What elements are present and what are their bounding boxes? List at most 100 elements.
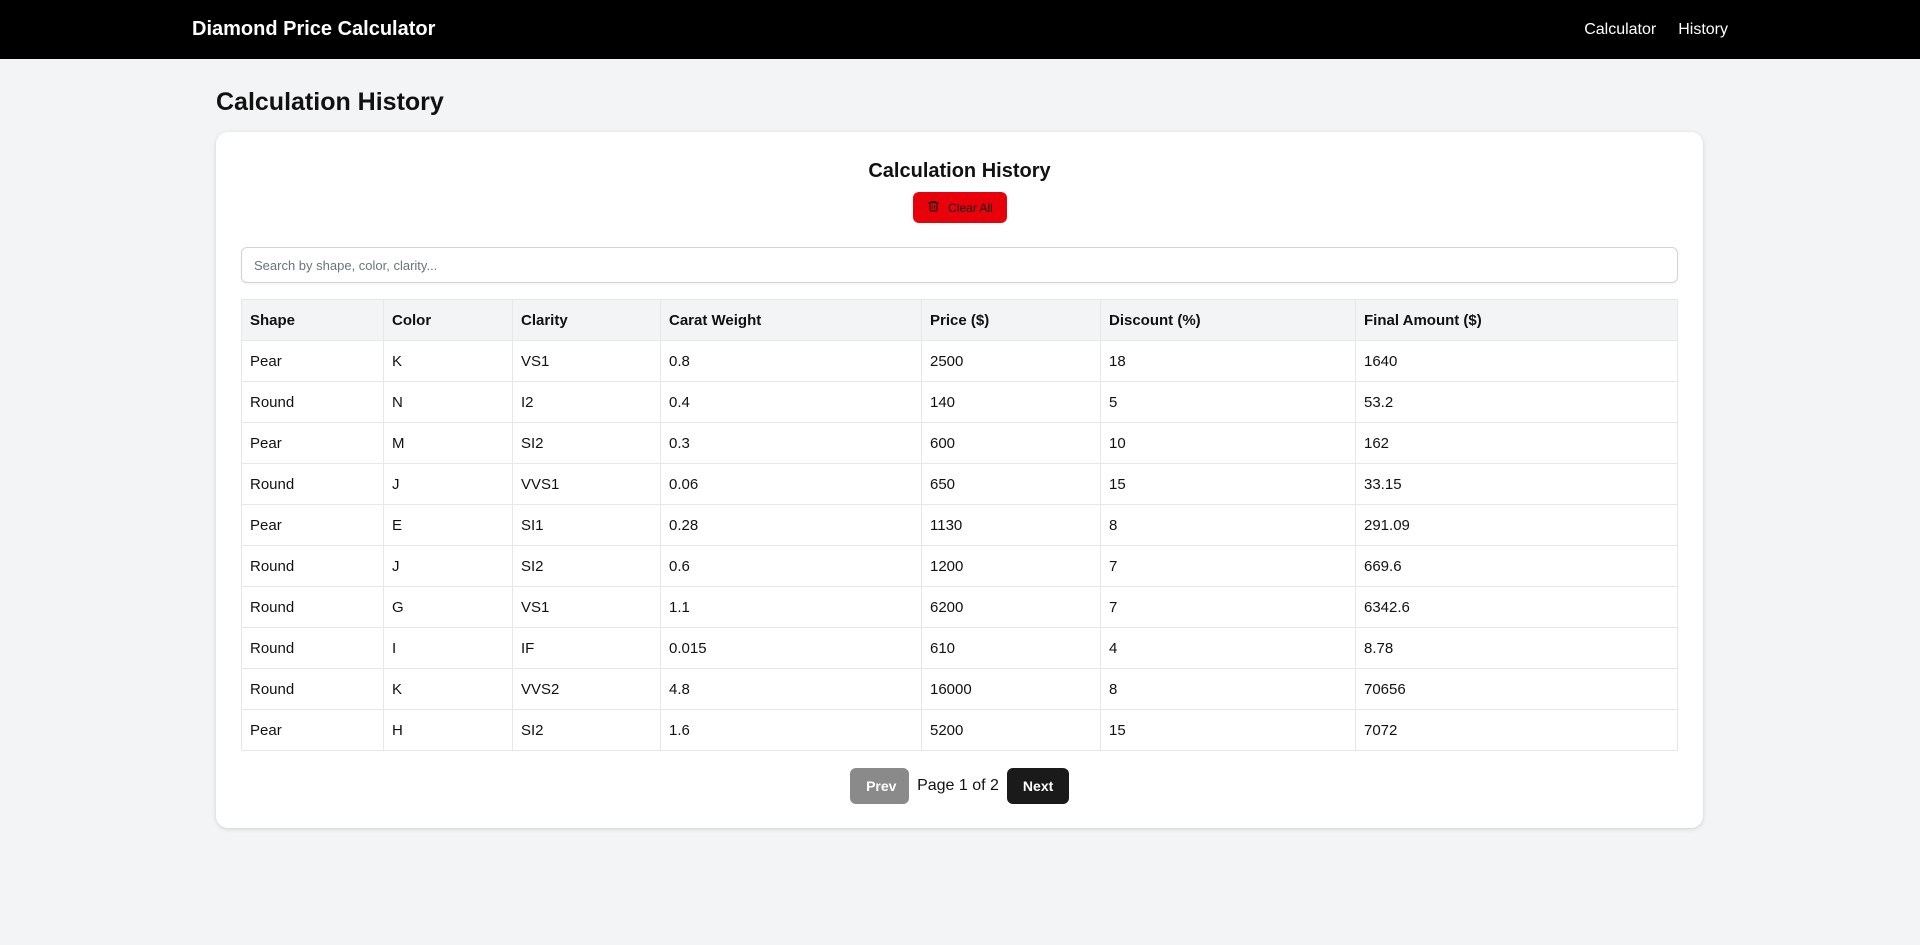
- prev-page-button[interactable]: Prev: [850, 768, 910, 804]
- cell-shape: Round: [241, 545, 384, 587]
- cell-clarity: SI1: [512, 504, 661, 546]
- cell-shape: Pear: [241, 709, 384, 751]
- table-row: Round N I2 0.4 140 5 53.2: [241, 381, 1678, 423]
- clear-all-label: Clear All: [948, 200, 993, 215]
- cell-discount: 7: [1100, 586, 1356, 628]
- cell-final-amount: 53.2: [1355, 381, 1678, 423]
- table-row: Pear M SI2 0.3 600 10 162: [241, 422, 1678, 464]
- cell-clarity: VS1: [512, 586, 661, 628]
- cell-color: K: [383, 668, 513, 710]
- column-header-color: Color: [383, 299, 513, 341]
- nav-link-history[interactable]: History: [1678, 21, 1728, 39]
- cell-discount: 7: [1100, 545, 1356, 587]
- cell-carat: 0.3: [660, 422, 922, 464]
- cell-shape: Round: [241, 463, 384, 505]
- cell-price: 600: [921, 422, 1101, 464]
- table-header-row: Shape Color Clarity Carat Weight Price (…: [241, 299, 1678, 341]
- cell-price: 610: [921, 627, 1101, 669]
- history-card: Calculation History Clear All Shape Colo…: [216, 132, 1703, 828]
- cell-shape: Round: [241, 586, 384, 628]
- cell-color: K: [383, 340, 513, 382]
- column-header-final-amount: Final Amount ($): [1355, 299, 1678, 341]
- cell-final-amount: 162: [1355, 422, 1678, 464]
- cell-price: 5200: [921, 709, 1101, 751]
- cell-carat: 1.6: [660, 709, 922, 751]
- page-indicator: Page 1 of 2: [917, 777, 999, 794]
- table-row: Round J SI2 0.6 1200 7 669.6: [241, 545, 1678, 587]
- column-header-clarity: Clarity: [512, 299, 661, 341]
- cell-clarity: SI2: [512, 422, 661, 464]
- cell-carat: 1.1: [660, 586, 922, 628]
- cell-color: H: [383, 709, 513, 751]
- clear-all-button[interactable]: Clear All: [913, 192, 1007, 223]
- search-input[interactable]: [241, 247, 1678, 283]
- cell-final-amount: 1640: [1355, 340, 1678, 382]
- nav-links: Calculator History: [1584, 21, 1728, 39]
- cell-price: 650: [921, 463, 1101, 505]
- card-title: Calculation History: [868, 160, 1051, 182]
- cell-clarity: VS1: [512, 340, 661, 382]
- cell-price: 2500: [921, 340, 1101, 382]
- pagination: Prev Page 1 of 2 Next: [216, 768, 1703, 804]
- column-header-price: Price ($): [921, 299, 1101, 341]
- cell-price: 16000: [921, 668, 1101, 710]
- column-header-carat-weight: Carat Weight: [660, 299, 922, 341]
- cell-discount: 4: [1100, 627, 1356, 669]
- brand-title[interactable]: Diamond Price Calculator: [192, 18, 435, 41]
- cell-shape: Round: [241, 627, 384, 669]
- cell-clarity: VVS2: [512, 668, 661, 710]
- cell-carat: 4.8: [660, 668, 922, 710]
- cell-color: J: [383, 545, 513, 587]
- cell-final-amount: 291.09: [1355, 504, 1678, 546]
- cell-color: J: [383, 463, 513, 505]
- navbar: Diamond Price Calculator Calculator Hist…: [0, 0, 1920, 59]
- history-table: Shape Color Clarity Carat Weight Price (…: [241, 299, 1678, 751]
- cell-shape: Round: [241, 668, 384, 710]
- cell-discount: 10: [1100, 422, 1356, 464]
- cell-final-amount: 33.15: [1355, 463, 1678, 505]
- cell-final-amount: 7072: [1355, 709, 1678, 751]
- trash-icon: [927, 199, 940, 216]
- cell-discount: 15: [1100, 463, 1356, 505]
- cell-carat: 0.4: [660, 381, 922, 423]
- table-row: Pear K VS1 0.8 2500 18 1640: [241, 340, 1678, 382]
- cell-discount: 18: [1100, 340, 1356, 382]
- cell-price: 140: [921, 381, 1101, 423]
- cell-clarity: IF: [512, 627, 661, 669]
- cell-price: 6200: [921, 586, 1101, 628]
- cell-carat: 0.06: [660, 463, 922, 505]
- nav-link-calculator[interactable]: Calculator: [1584, 21, 1656, 39]
- cell-final-amount: 669.6: [1355, 545, 1678, 587]
- table-row: Round G VS1 1.1 6200 7 6342.6: [241, 586, 1678, 628]
- cell-color: G: [383, 586, 513, 628]
- cell-color: N: [383, 381, 513, 423]
- table-row: Pear H SI2 1.6 5200 15 7072: [241, 709, 1678, 751]
- cell-carat: 0.015: [660, 627, 922, 669]
- table-row: Round J VVS1 0.06 650 15 33.15: [241, 463, 1678, 505]
- cell-color: E: [383, 504, 513, 546]
- table-row: Round K VVS2 4.8 16000 8 70656: [241, 668, 1678, 710]
- cell-color: I: [383, 627, 513, 669]
- cell-final-amount: 6342.6: [1355, 586, 1678, 628]
- cell-shape: Pear: [241, 422, 384, 464]
- cell-price: 1200: [921, 545, 1101, 587]
- cell-final-amount: 8.78: [1355, 627, 1678, 669]
- cell-discount: 8: [1100, 668, 1356, 710]
- table-row: Round I IF 0.015 610 4 8.78: [241, 627, 1678, 669]
- cell-price: 1130: [921, 504, 1101, 546]
- next-page-button[interactable]: Next: [1006, 768, 1069, 804]
- cell-discount: 5: [1100, 381, 1356, 423]
- cell-clarity: SI2: [512, 545, 661, 587]
- cell-carat: 0.28: [660, 504, 922, 546]
- cell-shape: Pear: [241, 504, 384, 546]
- cell-final-amount: 70656: [1355, 668, 1678, 710]
- cell-clarity: SI2: [512, 709, 661, 751]
- cell-carat: 0.8: [660, 340, 922, 382]
- column-header-shape: Shape: [241, 299, 384, 341]
- cell-carat: 0.6: [660, 545, 922, 587]
- cell-shape: Round: [241, 381, 384, 423]
- column-header-discount: Discount (%): [1100, 299, 1356, 341]
- cell-clarity: I2: [512, 381, 661, 423]
- cell-discount: 8: [1100, 504, 1356, 546]
- cell-shape: Pear: [241, 340, 384, 382]
